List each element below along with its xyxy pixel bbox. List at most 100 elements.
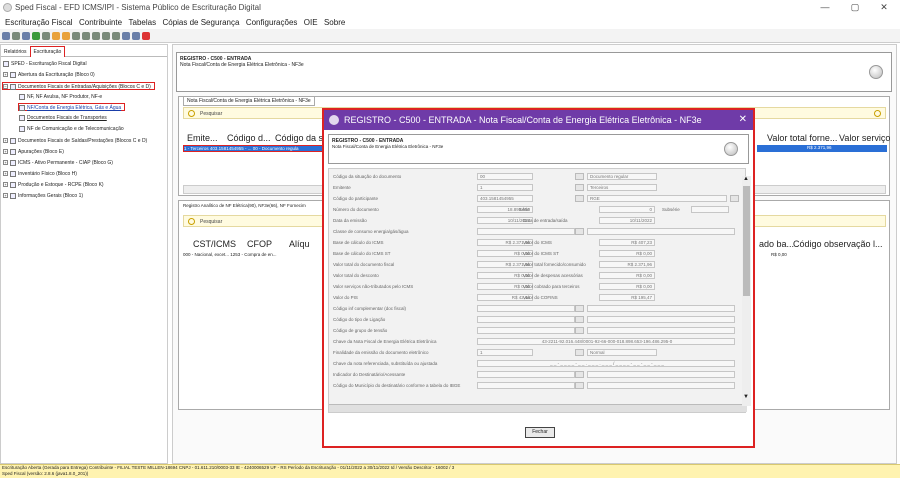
field-value[interactable]: 403.1581454955 — [477, 195, 533, 202]
col-valor-servico[interactable]: Valor serviço — [839, 133, 890, 143]
dropdown-icon[interactable] — [575, 184, 584, 191]
tab-nf3e[interactable]: Nota Fiscal/Conta de Energia Elétrica El… — [183, 96, 315, 106]
dropdown-icon[interactable] — [575, 316, 584, 323]
tab-escrituracao[interactable]: Escrituração — [29, 46, 66, 57]
app-icon — [3, 3, 12, 12]
field-value[interactable]: 0 — [599, 206, 655, 213]
vscrollbar[interactable]: ▲ ▼ — [742, 176, 751, 406]
stop-icon[interactable] — [142, 32, 150, 40]
tree-item[interactable]: NF, NF Avulsa, NF Produtor, NF-e — [19, 93, 102, 101]
col-cfop[interactable]: CFOP — [247, 239, 272, 249]
nav-icon[interactable] — [22, 32, 30, 40]
back-icon[interactable] — [2, 32, 10, 40]
field-label: Valor total do desconto — [333, 273, 379, 278]
tree-item[interactable]: + Abertura da Escrituração (Bloco 0) — [3, 71, 95, 79]
field-value[interactable]: R$ 2.371,96 — [599, 261, 655, 268]
minimize-button[interactable]: — — [818, 2, 832, 12]
field-value[interactable] — [477, 316, 575, 323]
dropdown-icon[interactable] — [575, 382, 584, 389]
field-value[interactable]: 00 — [477, 173, 533, 180]
menu-escrituracao[interactable]: Escrituração Fiscal — [5, 18, 73, 27]
scroll-up-icon[interactable]: ▲ — [743, 176, 749, 182]
open-icon[interactable] — [62, 32, 70, 40]
field-value[interactable] — [477, 371, 575, 378]
save-icon[interactable] — [122, 32, 130, 40]
col-codigo-obs[interactable]: Código observação l... — [793, 239, 883, 249]
field-value[interactable]: R$ 195,47 — [599, 294, 655, 301]
folder-icon[interactable] — [52, 32, 60, 40]
dialog-titlebar: REGISTRO - C500 - ENTRADA - Nota Fiscal/… — [324, 110, 753, 130]
menu-tabelas[interactable]: Tabelas — [129, 18, 157, 27]
validate-icon[interactable] — [32, 32, 40, 40]
col-codigo-d[interactable]: Código d... — [227, 133, 271, 143]
col-cst-icms[interactable]: CST/ICMS — [193, 239, 236, 249]
expand-icon[interactable] — [874, 110, 881, 117]
field-value[interactable]: R$ 0,00 — [599, 283, 655, 290]
edit-icon[interactable] — [42, 32, 50, 40]
col-ado-ba[interactable]: ado ba... — [759, 239, 794, 249]
scroll-down-icon[interactable]: ▼ — [743, 394, 749, 400]
col-valor-total[interactable]: Valor total forne... — [767, 133, 837, 143]
field-value[interactable] — [477, 305, 575, 312]
field-value[interactable]: 1 — [477, 349, 533, 356]
close-icon[interactable]: ✕ — [739, 114, 747, 125]
tree-item[interactable]: + Inventário Físico (Bloco H) — [3, 170, 77, 178]
menu-copias[interactable]: Cópias de Segurança — [162, 18, 239, 27]
tool5-icon[interactable] — [112, 32, 120, 40]
table-row-right[interactable]: R$ 2.371,96 — [757, 145, 887, 152]
col-emitente[interactable]: Emite... — [187, 133, 218, 143]
tool2-icon[interactable] — [82, 32, 90, 40]
print-icon[interactable] — [132, 32, 140, 40]
tree-item[interactable]: + Produção e Estoque - RCPE (Bloco K) — [3, 181, 104, 189]
field-value[interactable]: 43-2211-92.016.448/0001-92-66-000-018.89… — [477, 338, 735, 345]
tree-item[interactable]: + Documentos Fiscais de Saídas/Prestações… — [3, 137, 147, 145]
dropdown-icon[interactable] — [575, 195, 584, 202]
field-value[interactable] — [477, 327, 575, 334]
dropdown-icon[interactable] — [575, 349, 584, 356]
close-window-button[interactable]: ✕ — [877, 2, 891, 13]
field-value[interactable]: 1 — [477, 184, 533, 191]
table-row[interactable]: 1 - Terceiros 403.1581454955 - ... 00 - … — [183, 145, 325, 152]
tree-item[interactable]: + Informações Gerais (Bloco 1) — [3, 192, 83, 200]
scroll-thumb[interactable] — [743, 186, 750, 296]
field-value[interactable]: R$ 0,00 — [599, 250, 655, 257]
tree-item[interactable]: + ICMS - Ativo Permanente - CIAP (Bloco G… — [3, 159, 113, 167]
tree-item[interactable]: + Apurações (Bloco E) — [3, 148, 64, 156]
tool3-icon[interactable] — [92, 32, 100, 40]
tree-item[interactable]: − Documentos Fiscais de Entradas/Aquisiçõ… — [2, 82, 155, 90]
tab-analitico[interactable]: Registro Analítico de NF Elétrica(90), N… — [183, 203, 306, 208]
field-value[interactable] — [477, 228, 575, 235]
field-value[interactable] — [477, 382, 575, 389]
dropdown-icon[interactable] — [575, 305, 584, 312]
field-value[interactable]: R$ 0,00 — [599, 272, 655, 279]
menu-sobre[interactable]: Sobre — [324, 18, 345, 27]
col-codigo-s[interactable]: Código da s — [275, 133, 323, 143]
search-icon[interactable] — [730, 195, 739, 202]
field-value[interactable] — [691, 206, 729, 213]
dropdown-icon[interactable] — [575, 371, 584, 378]
menu-contribuinte[interactable]: Contribuinte — [79, 18, 122, 27]
table-row[interactable]: 000 - Nacional, excet... 1253 - Compra d… — [183, 252, 277, 257]
forward-icon[interactable] — [12, 32, 20, 40]
col-aliquota[interactable]: Alíqu — [289, 239, 310, 249]
tree-item[interactable]: SPED - Escrituração Fiscal Digital — [3, 60, 87, 68]
tree-item[interactable]: Documentos Fiscais de Transportes — [19, 114, 107, 122]
maximize-button[interactable]: ▢ — [848, 2, 862, 13]
menu-configuracoes[interactable]: Configurações — [246, 18, 298, 27]
field-value[interactable]: _ _ - _ _ _ _ - _ _ . _ _ _ . _ _ _ / _ … — [477, 360, 735, 367]
field-value[interactable]: R$ 407,23 — [599, 239, 655, 246]
tree-item[interactable]: NF/Conta de Energia Elétrica, Gás e Água — [18, 103, 126, 111]
tab-relatorios[interactable]: Relatórios — [1, 47, 30, 57]
field-value[interactable]: 10/11/2022 — [599, 217, 655, 224]
table-row-right[interactable]: R$ 0,00 — [771, 252, 787, 257]
tool4-icon[interactable] — [102, 32, 110, 40]
dropdown-icon[interactable] — [575, 173, 584, 180]
dropdown-icon[interactable] — [575, 327, 584, 334]
dropdown-icon[interactable] — [575, 228, 584, 235]
hscrollbar[interactable] — [329, 404, 747, 412]
field-label: Código inf complementar (doc fiscal) — [333, 306, 407, 311]
menu-oie[interactable]: OIE — [304, 18, 318, 27]
tree-item[interactable]: NF de Comunicação e de Telecomunicação — [19, 125, 124, 133]
tool-icon[interactable] — [72, 32, 80, 40]
close-button[interactable]: Fechar — [525, 427, 555, 438]
